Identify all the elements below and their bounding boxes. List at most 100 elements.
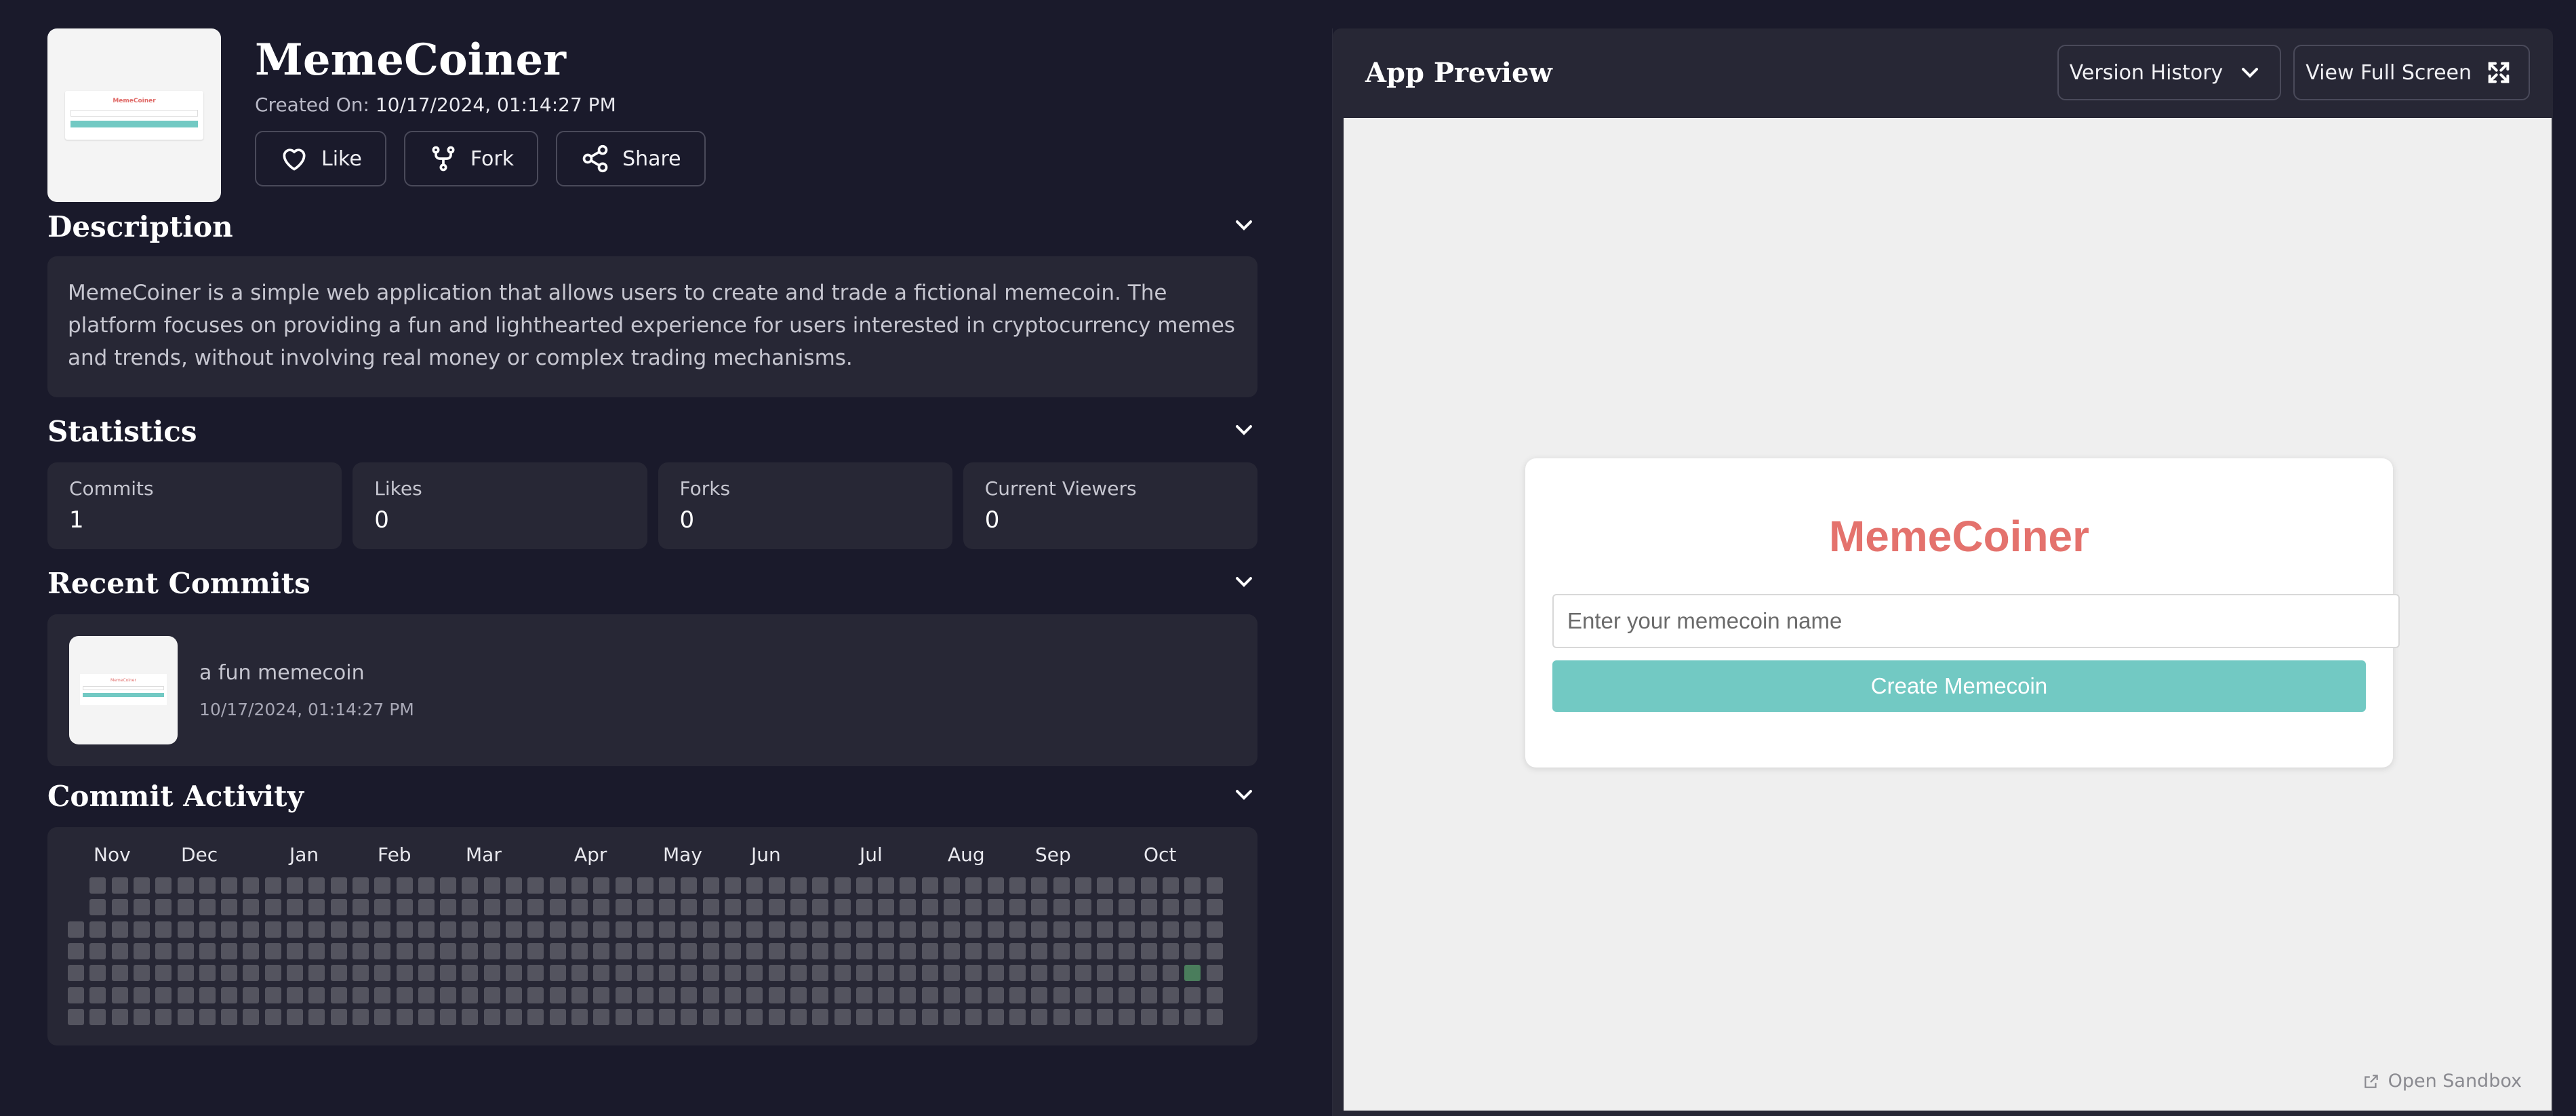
contribution-cell[interactable] xyxy=(440,899,457,916)
contribution-cell[interactable] xyxy=(944,921,960,938)
contribution-cell[interactable] xyxy=(637,921,653,938)
contribution-cell[interactable] xyxy=(1206,899,1223,916)
contribution-cell[interactable] xyxy=(746,942,763,959)
contribution-cell[interactable] xyxy=(155,987,172,1003)
contribution-cell[interactable] xyxy=(89,1008,106,1025)
contribution-cell[interactable] xyxy=(725,921,741,938)
contribution-cell[interactable] xyxy=(418,965,435,982)
contribution-cell[interactable] xyxy=(308,921,325,938)
recent-commits-header[interactable]: Recent Commits xyxy=(47,563,1257,603)
contribution-cell[interactable] xyxy=(89,899,106,916)
contribution-cell[interactable] xyxy=(987,942,1004,959)
contribution-cell[interactable] xyxy=(965,965,982,982)
contribution-cell[interactable] xyxy=(506,1008,522,1025)
contribution-cell[interactable] xyxy=(834,942,851,959)
contribution-cell[interactable] xyxy=(944,942,960,959)
contribution-cell[interactable] xyxy=(944,877,960,894)
contribution-cell[interactable] xyxy=(177,965,194,982)
contribution-cell[interactable] xyxy=(264,987,281,1003)
contribution-cell[interactable] xyxy=(637,1008,653,1025)
contribution-cell[interactable] xyxy=(571,1008,588,1025)
contribution-cell[interactable] xyxy=(768,1008,785,1025)
contribution-cell[interactable] xyxy=(199,1008,216,1025)
contribution-cell[interactable] xyxy=(637,899,653,916)
contribution-cell[interactable] xyxy=(681,942,698,959)
contribution-cell[interactable] xyxy=(221,942,238,959)
contribution-cell[interactable] xyxy=(1140,987,1157,1003)
contribution-cell[interactable] xyxy=(1140,1008,1157,1025)
contribution-cell[interactable] xyxy=(462,965,479,982)
contribution-cell[interactable] xyxy=(506,877,522,894)
commit-item[interactable]: MemeCoiner a fun memecoin 10/17/2024, 01… xyxy=(47,614,1257,766)
contribution-cell[interactable] xyxy=(527,942,544,959)
contribution-cell[interactable] xyxy=(133,942,150,959)
contribution-cell[interactable] xyxy=(725,877,741,894)
contribution-cell[interactable] xyxy=(746,965,763,982)
contribution-cell[interactable] xyxy=(418,942,435,959)
contribution-cell[interactable] xyxy=(89,987,106,1003)
contribution-cell[interactable] xyxy=(921,899,938,916)
contribution-cell[interactable] xyxy=(462,942,479,959)
contribution-cell[interactable] xyxy=(1009,942,1026,959)
contribution-cell[interactable] xyxy=(330,965,347,982)
contribution-cell[interactable] xyxy=(221,921,238,938)
contribution-cell[interactable] xyxy=(111,1008,128,1025)
contribution-cell[interactable] xyxy=(1097,921,1114,938)
contribution-cell[interactable] xyxy=(965,987,982,1003)
contribution-cell[interactable] xyxy=(483,899,500,916)
contribution-cell[interactable] xyxy=(1140,965,1157,982)
contribution-cell[interactable] xyxy=(1163,899,1179,916)
contribution-cell[interactable] xyxy=(374,942,391,959)
contribution-cell[interactable] xyxy=(549,965,566,982)
contribution-cell[interactable] xyxy=(746,987,763,1003)
chevron-down-icon[interactable] xyxy=(1230,212,1257,241)
contribution-cell[interactable] xyxy=(506,899,522,916)
contribution-cell[interactable] xyxy=(221,1008,238,1025)
statistics-header[interactable]: Statistics xyxy=(47,411,1257,452)
contribution-cell[interactable] xyxy=(396,877,413,894)
contribution-cell[interactable] xyxy=(68,987,84,1003)
contribution-cell[interactable] xyxy=(1119,1008,1135,1025)
contribution-cell[interactable] xyxy=(1031,942,1048,959)
contribution-cell[interactable] xyxy=(177,877,194,894)
contribution-cell[interactable] xyxy=(659,877,676,894)
contribution-cell[interactable] xyxy=(878,899,895,916)
contribution-cell[interactable] xyxy=(483,965,500,982)
contribution-cell[interactable] xyxy=(900,877,917,894)
contribution-cell[interactable] xyxy=(396,1008,413,1025)
contribution-cell[interactable] xyxy=(352,965,369,982)
contribution-cell[interactable] xyxy=(702,987,719,1003)
contribution-cell[interactable] xyxy=(571,987,588,1003)
contribution-cell[interactable] xyxy=(1074,987,1091,1003)
contribution-cell[interactable] xyxy=(812,899,829,916)
contribution-cell[interactable] xyxy=(834,965,851,982)
contribution-cell[interactable] xyxy=(1184,899,1201,916)
contribution-cell[interactable] xyxy=(440,965,457,982)
contribution-cell[interactable] xyxy=(615,899,632,916)
contribution-cell[interactable] xyxy=(264,921,281,938)
contribution-cell[interactable] xyxy=(287,987,303,1003)
contribution-cell[interactable] xyxy=(681,1008,698,1025)
contribution-cell[interactable] xyxy=(1206,921,1223,938)
contribution-cell[interactable] xyxy=(352,877,369,894)
contribution-cell[interactable] xyxy=(965,1008,982,1025)
contribution-cell[interactable] xyxy=(1184,987,1201,1003)
contribution-cell[interactable] xyxy=(89,965,106,982)
contribution-cell[interactable] xyxy=(1206,1008,1223,1025)
contribution-cell[interactable] xyxy=(133,921,150,938)
contribution-cell[interactable] xyxy=(1031,987,1048,1003)
contribution-cell[interactable] xyxy=(1140,877,1157,894)
contribution-cell[interactable] xyxy=(746,1008,763,1025)
contribution-cell[interactable] xyxy=(725,899,741,916)
contribution-cell[interactable] xyxy=(878,942,895,959)
contribution-cell[interactable] xyxy=(593,987,610,1003)
contribution-cell[interactable] xyxy=(1097,877,1114,894)
contribution-cell[interactable] xyxy=(527,921,544,938)
contribution-cell[interactable] xyxy=(243,899,260,916)
contribution-cell[interactable] xyxy=(856,987,872,1003)
contribution-cell[interactable] xyxy=(1053,987,1070,1003)
contribution-cell[interactable] xyxy=(155,921,172,938)
contribution-cell[interactable] xyxy=(440,942,457,959)
contribution-cell[interactable] xyxy=(506,942,522,959)
contribution-cell[interactable] xyxy=(396,942,413,959)
